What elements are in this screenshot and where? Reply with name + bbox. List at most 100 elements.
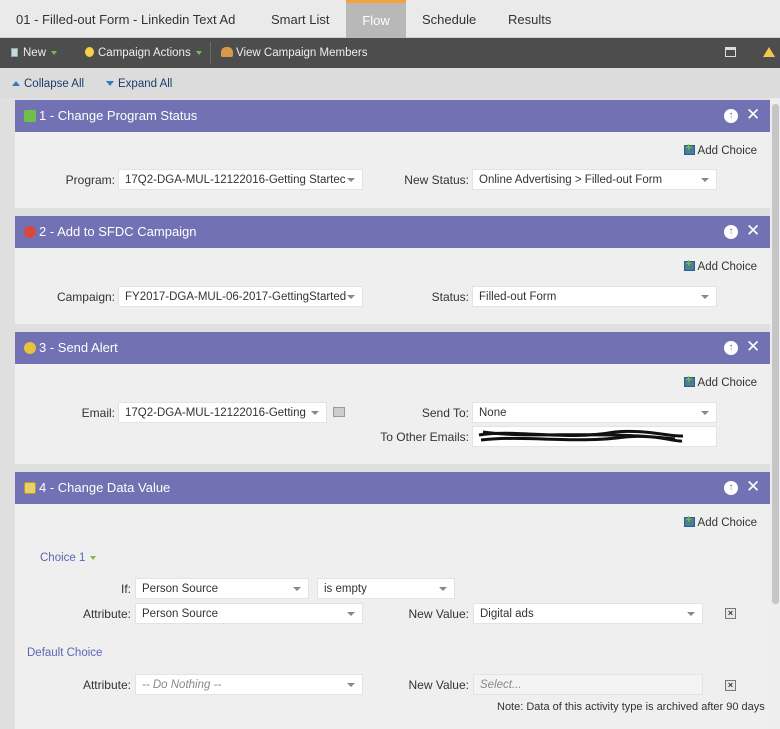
program-label: Program:: [65, 173, 115, 187]
move-up-icon[interactable]: ↑: [724, 109, 738, 123]
default-new-value-placeholder: Select...: [480, 679, 522, 691]
flow-step-change-program-status: 1 - Change Program Status ↑ ✕ Add Choice…: [15, 100, 770, 208]
view-members-label: View Campaign Members: [236, 47, 368, 59]
chevron-down-icon: [311, 411, 319, 415]
preview-email-icon[interactable]: [333, 407, 345, 417]
add-choice-label: Add Choice: [697, 261, 757, 273]
send-to-label: Send To:: [421, 406, 469, 420]
new-status-label: New Status:: [404, 173, 469, 187]
tab-flow[interactable]: Flow: [346, 0, 406, 38]
add-choice-icon: [683, 142, 695, 155]
new-status-value: Online Advertising > Filled-out Form: [479, 174, 663, 186]
new-menu[interactable]: New: [11, 38, 58, 68]
expand-icon: [106, 81, 114, 86]
new-value-label: New Value:: [408, 607, 469, 621]
attribute-label: Attribute:: [82, 607, 131, 621]
chevron-down-icon: [51, 50, 58, 55]
collapse-icon: [12, 81, 20, 86]
chevron-down-icon: [347, 612, 355, 616]
email-value: 17Q2-DGA-MUL-12122016-Getting: [125, 407, 306, 419]
if-label: If:: [120, 582, 131, 596]
archive-note: Note: Data of this activity type is arch…: [497, 701, 765, 713]
collapse-all-button[interactable]: Collapse All: [12, 68, 84, 98]
chevron-down-icon: [347, 683, 355, 687]
program-status-icon: [24, 110, 36, 122]
chevron-down-icon: [701, 178, 709, 182]
add-choice-button[interactable]: Add Choice: [683, 514, 757, 529]
to-other-emails-label: To Other Emails:: [380, 430, 469, 444]
tab-campaign-title[interactable]: 01 - Filled-out Form - Linkedin Text Ad: [0, 0, 256, 38]
close-icon[interactable]: ✕: [746, 478, 760, 496]
flow-step-header: 2 - Add to SFDC Campaign ↑ ✕: [15, 216, 770, 248]
attribute-select[interactable]: Person Source: [135, 603, 363, 624]
chevron-down-icon: [439, 587, 447, 591]
choice-1-toggle[interactable]: Choice 1: [40, 552, 97, 564]
view-campaign-members-button[interactable]: View Campaign Members: [221, 38, 367, 68]
toolbar-divider: [210, 42, 211, 64]
campaign-select[interactable]: FY2017-DGA-MUL-06-2017-GettingStarted: [118, 286, 363, 307]
add-choice-button[interactable]: Add Choice: [683, 258, 757, 273]
chevron-down-icon: [701, 411, 709, 415]
send-to-select[interactable]: None: [472, 402, 717, 423]
flow-step-title: 1 - Change Program Status: [39, 108, 198, 123]
add-choice-icon: [683, 258, 695, 271]
chevron-down-icon: [347, 295, 355, 299]
attribute-value: Person Source: [142, 608, 219, 620]
close-icon[interactable]: ✕: [746, 106, 760, 124]
flow-step-change-data-value: 4 - Change Data Value ↑ ✕ Add Choice Cho…: [15, 472, 770, 729]
new-status-select[interactable]: Online Advertising > Filled-out Form: [472, 169, 717, 190]
window-icon[interactable]: [725, 38, 736, 68]
chevron-down-icon: [701, 295, 709, 299]
expand-all-button[interactable]: Expand All: [106, 68, 172, 98]
if-operator-value: is empty: [324, 583, 367, 595]
scrollbar-thumb[interactable]: [772, 104, 779, 604]
move-up-icon[interactable]: ↑: [724, 341, 738, 355]
add-choice-label: Add Choice: [697, 145, 757, 157]
close-icon[interactable]: ✕: [746, 338, 760, 356]
to-other-emails-input[interactable]: [472, 426, 717, 447]
new-icon: [11, 48, 18, 57]
flow-step-title: 3 - Send Alert: [39, 340, 118, 355]
close-icon[interactable]: ✕: [746, 222, 760, 240]
program-select[interactable]: 17Q2-DGA-MUL-12122016-Getting Startec: [118, 169, 363, 190]
if-operator-select[interactable]: is empty: [317, 578, 455, 599]
expand-all-label: Expand All: [118, 78, 173, 90]
add-choice-button[interactable]: Add Choice: [683, 374, 757, 389]
status-value: Filled-out Form: [479, 291, 557, 303]
tab-results[interactable]: Results: [494, 0, 565, 38]
flow-step-title: 2 - Add to SFDC Campaign: [39, 224, 197, 239]
add-choice-icon: [683, 514, 695, 527]
move-up-icon[interactable]: ↑: [724, 481, 738, 495]
add-choice-icon: [683, 374, 695, 387]
default-attribute-select[interactable]: -- Do Nothing --: [135, 674, 363, 695]
move-up-icon[interactable]: ↑: [724, 225, 738, 239]
email-select[interactable]: 17Q2-DGA-MUL-12122016-Getting: [118, 402, 327, 423]
tab-smart-list[interactable]: Smart List: [257, 0, 344, 38]
default-attribute-label: Attribute:: [82, 678, 131, 692]
add-choice-button[interactable]: Add Choice: [683, 142, 757, 157]
default-new-value-select[interactable]: Select...: [473, 674, 703, 695]
if-field-value: Person Source: [142, 583, 219, 595]
warning-icon[interactable]: [763, 38, 775, 68]
default-new-value-label: New Value:: [408, 678, 469, 692]
default-attribute-value: -- Do Nothing --: [142, 679, 222, 691]
delete-choice-icon[interactable]: ×: [725, 608, 736, 619]
status-label: Status:: [431, 290, 469, 304]
default-choice-label[interactable]: Default Choice: [27, 647, 102, 659]
chevron-down-icon: [347, 178, 355, 182]
status-select[interactable]: Filled-out Form: [472, 286, 717, 307]
choice-1-label: Choice 1: [40, 552, 86, 564]
campaign-value: FY2017-DGA-MUL-06-2017-GettingStarted: [125, 291, 347, 303]
campaign-actions-menu[interactable]: Campaign Actions: [85, 38, 202, 68]
new-value-select[interactable]: Digital ads: [473, 603, 703, 624]
if-field-select[interactable]: Person Source: [135, 578, 309, 599]
chevron-down-icon: [90, 555, 97, 560]
collapse-all-label: Collapse All: [24, 78, 85, 90]
add-choice-label: Add Choice: [697, 517, 757, 529]
send-to-value: None: [479, 407, 507, 419]
tab-bar: 01 - Filled-out Form - Linkedin Text Ad …: [0, 0, 780, 38]
tab-schedule[interactable]: Schedule: [408, 0, 490, 38]
chevron-down-icon: [293, 587, 301, 591]
lightbulb-icon: [85, 47, 94, 57]
delete-default-choice-icon[interactable]: ×: [725, 680, 736, 691]
